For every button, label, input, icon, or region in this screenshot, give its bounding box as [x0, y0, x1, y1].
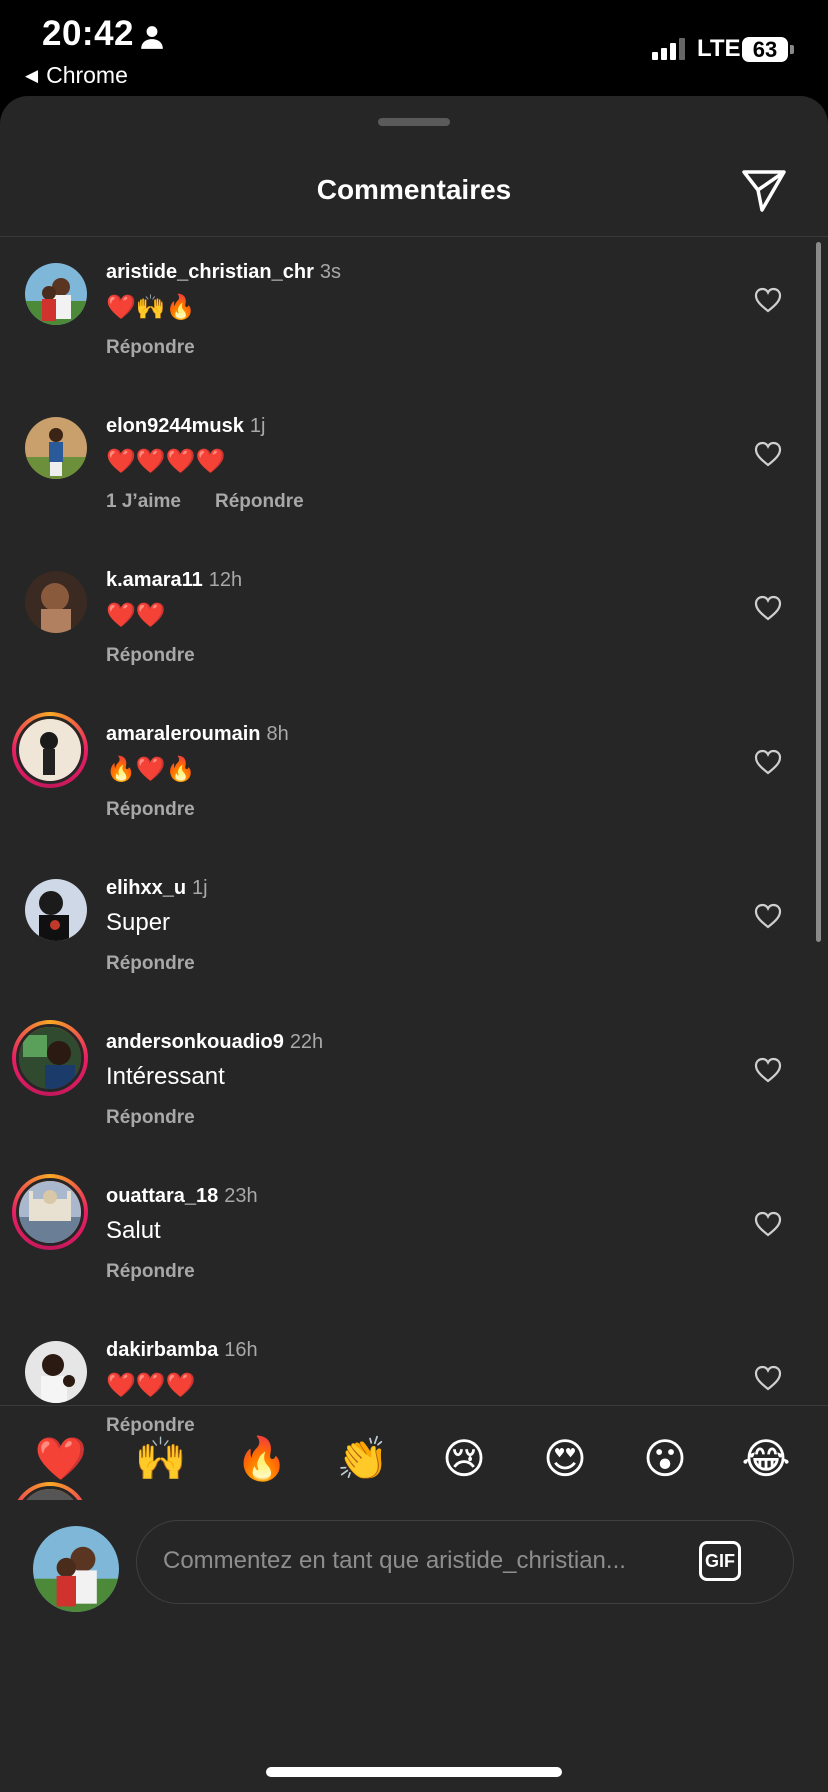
like-heart-icon[interactable]: [754, 1211, 782, 1237]
avatar[interactable]: [25, 417, 87, 479]
comment-input-placeholder: Commentez en tant que aristide_christian…: [163, 1547, 626, 1574]
comments-list[interactable]: aristide_christian_chr 3s ❤️🙌🔥 Répondre e…: [0, 237, 828, 1500]
comment-age: 1j: [249, 415, 266, 437]
avatar-story-ring[interactable]: [12, 1174, 88, 1250]
emoji-raised-hands-button[interactable]: 🙌: [131, 1434, 191, 1484]
comment-age: 22h: [289, 1031, 324, 1053]
comment-text: Super: [106, 909, 171, 936]
comment-item: ouattara_18 23h Salut Répondre: [0, 1161, 828, 1315]
comment-item: elon9244musk 1j ❤️❤️❤️❤️ 1 J’aime Répondre: [0, 391, 828, 545]
comment-age: 1j: [192, 877, 208, 899]
avatar[interactable]: [25, 879, 87, 941]
like-heart-icon[interactable]: [754, 287, 782, 313]
emoji-reaction-bar: ❤️ 🙌 🔥 👏 😢 😍 😮 😂: [0, 1418, 828, 1502]
share-send-icon[interactable]: [740, 166, 788, 214]
avatar[interactable]: [25, 571, 87, 633]
emoji-surprised-button[interactable]: 😮: [635, 1434, 695, 1484]
back-triangle-icon: ◀: [25, 65, 39, 85]
comment-text: ❤️🙌🔥: [106, 294, 196, 321]
status-bar: 20:42 ◀ Chrome LTE 63: [0, 0, 828, 96]
comment-username[interactable]: ouattara_18: [106, 1185, 218, 1207]
reply-button[interactable]: Répondre: [215, 491, 304, 513]
comment-username[interactable]: aristide_christian_chr: [106, 261, 314, 283]
gif-button[interactable]: GIF: [699, 1541, 741, 1581]
scrollbar[interactable]: [816, 242, 821, 942]
like-heart-icon[interactable]: [754, 595, 782, 621]
emoji-heart-button[interactable]: ❤️: [31, 1434, 91, 1484]
comment-age: 8h: [266, 723, 289, 745]
comment-username[interactable]: elihxx_u: [106, 877, 186, 899]
emoji-crying-button[interactable]: 😢: [434, 1434, 494, 1484]
avatar[interactable]: [25, 263, 87, 325]
comment-text: Intéressant: [106, 1063, 225, 1090]
comment-text: 🔥❤️🔥: [106, 756, 196, 783]
reply-button[interactable]: Répondre: [106, 1261, 195, 1283]
comment-username[interactable]: k.amara11: [106, 569, 203, 591]
signal-icon: [652, 36, 685, 60]
like-heart-icon[interactable]: [754, 1057, 782, 1083]
back-app-label: Chrome: [46, 62, 128, 88]
comment-text: Salut: [106, 1217, 161, 1244]
like-heart-icon[interactable]: [754, 1365, 782, 1391]
sheet-grabber[interactable]: [378, 118, 450, 126]
emoji-bar-divider: [0, 1405, 828, 1406]
comment-item: aristide_christian_chr 3s ❤️🙌🔥 Répondre: [0, 237, 828, 391]
reply-button[interactable]: Répondre: [106, 1107, 195, 1129]
home-indicator[interactable]: [266, 1767, 562, 1777]
battery-level: 63: [752, 36, 778, 62]
status-time: 20:42: [42, 14, 135, 53]
my-avatar: [33, 1526, 119, 1612]
comment-username[interactable]: elon9244musk: [106, 415, 244, 437]
avatar[interactable]: [25, 1341, 87, 1403]
comment-item: elihxx_u 1j Super Répondre: [0, 853, 828, 1007]
comment-age: 16h: [224, 1339, 258, 1361]
reply-button[interactable]: Répondre: [106, 799, 195, 821]
back-to-app-link[interactable]: ◀ Chrome: [25, 62, 128, 89]
emoji-heart-eyes-button[interactable]: 😍: [535, 1434, 595, 1484]
comment-username[interactable]: amaraleroumain: [106, 723, 261, 745]
emoji-fire-button[interactable]: 🔥: [232, 1434, 292, 1484]
comment-age: 12h: [208, 569, 243, 591]
reply-button[interactable]: Répondre: [106, 953, 195, 975]
comment-username[interactable]: andersonkouadio9: [106, 1031, 284, 1053]
like-heart-icon[interactable]: [754, 903, 782, 929]
comment-composer: Commentez en tant que aristide_christian…: [0, 1506, 828, 1626]
comment-age: 3s: [319, 261, 341, 283]
emoji-clapping-button[interactable]: 👏: [333, 1434, 393, 1484]
sheet-title: Commentaires: [316, 174, 512, 205]
comment-input[interactable]: Commentez en tant que aristide_christian…: [136, 1520, 794, 1604]
comment-text: ❤️❤️: [106, 602, 166, 629]
avatar-story-ring[interactable]: [12, 712, 88, 788]
like-heart-icon[interactable]: [754, 749, 782, 775]
like-heart-icon[interactable]: [754, 441, 782, 467]
emoji-laughing-button[interactable]: 😂: [736, 1434, 796, 1484]
battery-icon: 63: [742, 37, 788, 62]
avatar-story-ring[interactable]: [12, 1020, 88, 1096]
comment-text: ❤️❤️❤️: [106, 1372, 196, 1399]
person-icon: [141, 26, 163, 49]
comment-item: amaraleroumain 8h 🔥❤️🔥 Répondre: [0, 699, 828, 853]
gif-label: GIF: [705, 1550, 735, 1571]
battery-tip: [790, 45, 794, 54]
reply-button[interactable]: Répondre: [106, 337, 195, 359]
comment-username[interactable]: dakirbamba: [106, 1339, 218, 1361]
comment-item: andersonkouadio9 22h Intéressant Répondre: [0, 1007, 828, 1161]
comment-age: 23h: [224, 1185, 258, 1207]
comment-item: k.amara11 12h ❤️❤️ Répondre: [0, 545, 828, 699]
network-type: LTE: [697, 35, 741, 62]
comment-text: ❤️❤️❤️❤️: [106, 448, 226, 475]
likes-count[interactable]: 1 J’aime: [106, 491, 181, 513]
reply-button[interactable]: Répondre: [106, 645, 195, 667]
